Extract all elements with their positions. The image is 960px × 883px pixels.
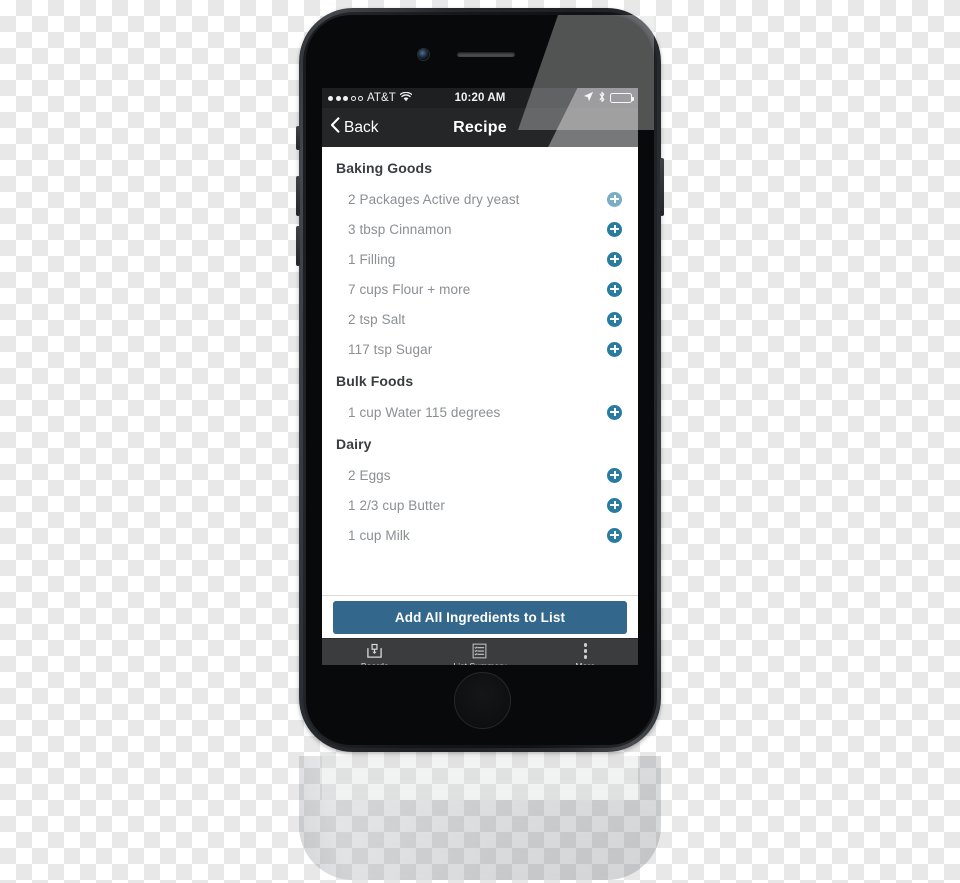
section-header: Baking Goods bbox=[336, 160, 433, 176]
ingredient-label: 3 tbsp Cinnamon bbox=[348, 221, 452, 237]
plus-circle-icon[interactable] bbox=[607, 341, 622, 357]
ingredient-row[interactable]: 3 tbsp Cinnamon bbox=[322, 214, 638, 244]
ingredient-label: 117 tsp Sugar bbox=[348, 341, 433, 357]
ingredient-row[interactable]: 2 Eggs bbox=[322, 460, 638, 490]
plus-circle-icon[interactable] bbox=[607, 281, 622, 297]
bluetooth-icon bbox=[598, 91, 606, 106]
ingredient-row[interactable]: 117 tsp Sugar bbox=[322, 334, 638, 364]
ring-silent-switch[interactable] bbox=[296, 126, 300, 150]
phone-mockup: AT&T 10:20 AM Back Recipe Baking Goods 2… bbox=[296, 8, 664, 752]
section-header: Dairy bbox=[336, 436, 372, 452]
tab-boards[interactable]: Boards bbox=[322, 643, 427, 666]
ingredient-label: 2 Packages Active dry yeast bbox=[348, 191, 520, 207]
plus-circle-icon[interactable] bbox=[607, 467, 622, 483]
tab-list-summary[interactable]: List Summary bbox=[427, 643, 532, 666]
home-button[interactable] bbox=[454, 672, 511, 729]
plus-circle-icon[interactable] bbox=[607, 527, 622, 543]
action-button-area: Add All Ingredients to List bbox=[322, 596, 638, 638]
volume-down-button[interactable] bbox=[296, 226, 300, 266]
ingredient-label: 2 tsp Salt bbox=[348, 311, 406, 327]
plus-circle-icon[interactable] bbox=[607, 191, 622, 207]
battery-icon bbox=[610, 93, 634, 103]
tab-bar: Boards List Summary More bbox=[322, 638, 638, 665]
phone-screen: AT&T 10:20 AM Back Recipe Baking Goods 2… bbox=[322, 88, 638, 665]
add-all-ingredients-button[interactable]: Add All Ingredients to List bbox=[333, 600, 627, 634]
ingredient-row[interactable]: 7 cups Flour + more bbox=[322, 274, 638, 304]
plus-circle-icon[interactable] bbox=[607, 404, 622, 420]
ingredient-row[interactable]: 2 tsp Salt bbox=[322, 304, 638, 334]
ingredient-label: 7 cups Flour + more bbox=[348, 281, 471, 297]
plus-circle-icon[interactable] bbox=[607, 251, 622, 267]
status-bar-right bbox=[583, 91, 634, 106]
ingredient-label: 2 Eggs bbox=[348, 467, 391, 483]
ingredient-row[interactable]: 1 cup Water 115 degrees bbox=[322, 397, 638, 427]
ingredient-list[interactable]: Baking Goods 2 Packages Active dry yeast 3… bbox=[322, 147, 638, 596]
tab-list-summary-label: List Summary bbox=[453, 661, 506, 666]
navigation-bar: Back Recipe bbox=[322, 108, 638, 147]
plus-circle-icon[interactable] bbox=[607, 221, 622, 237]
plus-circle-icon[interactable] bbox=[607, 311, 622, 327]
plus-circle-icon[interactable] bbox=[607, 497, 622, 513]
more-vertical-dots-icon bbox=[583, 643, 588, 660]
section-header: Bulk Foods bbox=[336, 373, 414, 389]
tab-boards-label: Boards bbox=[361, 661, 389, 666]
checklist-icon bbox=[472, 643, 487, 660]
tab-more[interactable]: More bbox=[533, 643, 638, 666]
location-arrow-icon bbox=[583, 91, 594, 105]
ingredient-row[interactable]: 2 Packages Active dry yeast bbox=[322, 184, 638, 214]
power-button[interactable] bbox=[660, 158, 664, 216]
phone-reflection: BoardsList SummaryMore bbox=[299, 756, 661, 880]
volume-up-button[interactable] bbox=[296, 176, 300, 216]
ingredient-label: 1 Filling bbox=[348, 251, 396, 267]
tab-more-label: More bbox=[575, 661, 595, 666]
page-title: Recipe bbox=[453, 118, 507, 136]
ingredient-row[interactable]: 1 Filling bbox=[322, 244, 638, 274]
status-bar: AT&T 10:20 AM bbox=[322, 88, 638, 108]
ingredient-label: 1 2/3 cup Butter bbox=[348, 497, 445, 513]
ingredient-row[interactable]: 1 cup Milk bbox=[322, 520, 638, 550]
boards-tray-pin-icon bbox=[366, 643, 383, 660]
ingredient-label: 1 cup Water 115 degrees bbox=[348, 404, 501, 420]
ingredient-label: 1 cup Milk bbox=[348, 527, 410, 543]
earpiece-speaker bbox=[457, 52, 515, 57]
front-camera-icon bbox=[418, 49, 429, 60]
ingredient-row[interactable]: 1 2/3 cup Butter bbox=[322, 490, 638, 520]
